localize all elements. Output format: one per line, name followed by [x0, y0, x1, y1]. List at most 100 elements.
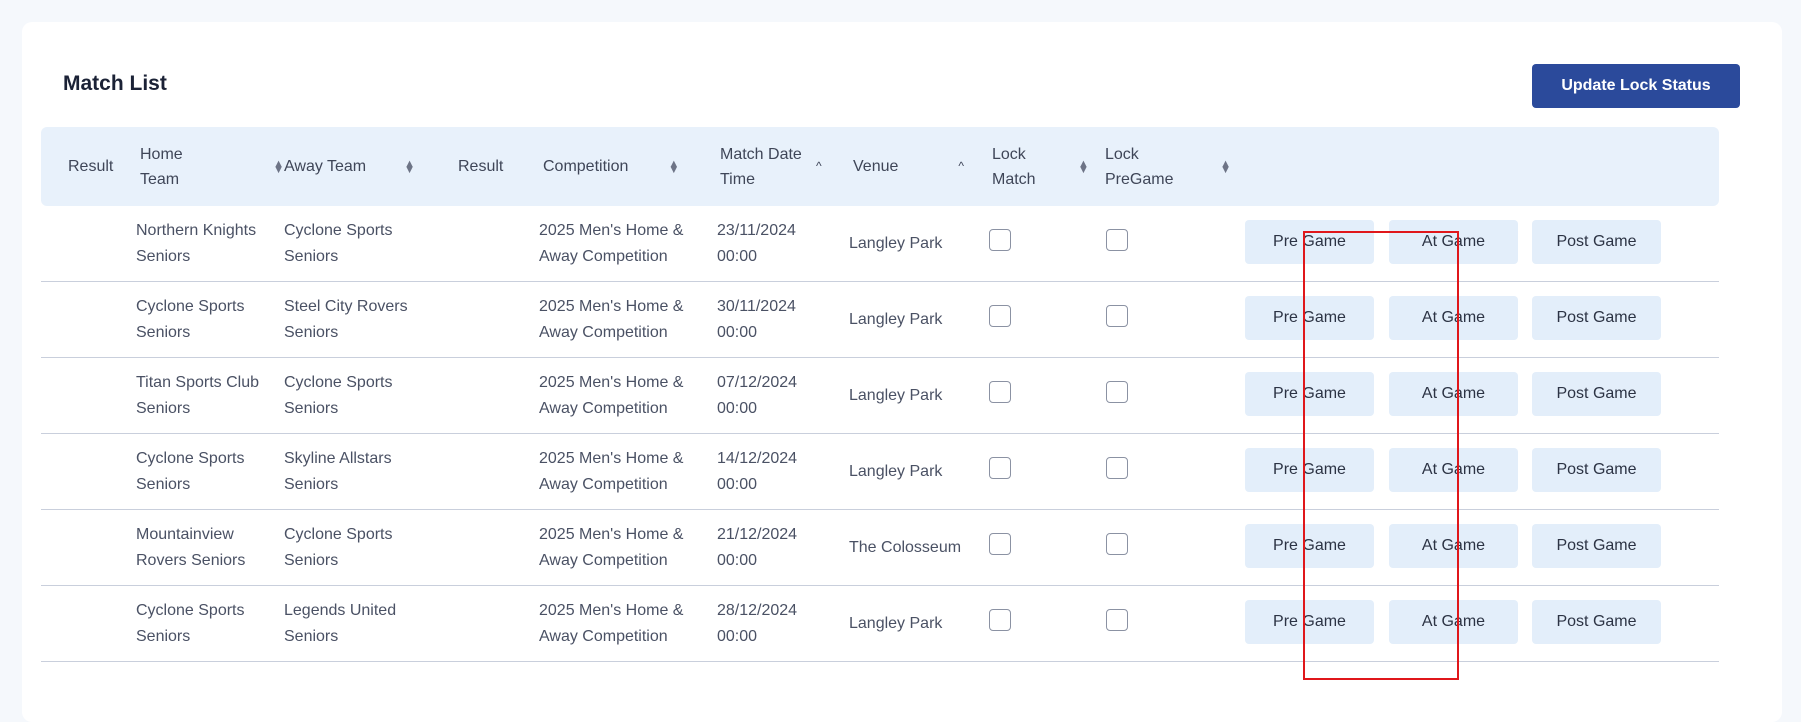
- cell-match-date-time: 07/12/2024 00:00: [708, 357, 847, 434]
- cell-result-1: [41, 433, 126, 510]
- post-game-button[interactable]: Post Game: [1532, 599, 1661, 644]
- cell-lock-pregame: [1091, 281, 1231, 358]
- checkbox-unchecked-icon[interactable]: [989, 305, 1011, 328]
- checkbox-unchecked-icon[interactable]: [1106, 381, 1128, 404]
- cell-lock-match: [978, 206, 1091, 282]
- cell-competition: 2025 Men's Home & Away Competition: [532, 585, 708, 662]
- post-game-button[interactable]: Post Game: [1532, 523, 1661, 568]
- cell-lock-pregame: [1091, 433, 1231, 510]
- header-venue[interactable]: Venue ^: [847, 127, 978, 206]
- update-lock-status-button[interactable]: Update Lock Status: [1532, 64, 1740, 108]
- post-game-button[interactable]: Post Game: [1532, 219, 1661, 264]
- sort-updown-icon[interactable]: ▲ ▼: [668, 158, 679, 175]
- cell-post-game: Post Game: [1516, 357, 1719, 434]
- checkbox-unchecked-icon[interactable]: [1106, 533, 1128, 556]
- pre-game-button[interactable]: Pre Game: [1245, 371, 1374, 416]
- cell-at-game: At Game: [1373, 281, 1518, 358]
- cell-result-2: [444, 509, 532, 586]
- table-row: Cyclone Sports Seniors Steel City Rovers…: [41, 281, 1719, 358]
- cell-away-team: Cyclone Sports Seniors: [284, 509, 444, 586]
- table-header-row: Result Home Team ▲ ▼ Away Team ▲ ▼ Result …: [41, 127, 1719, 206]
- at-game-button[interactable]: At Game: [1389, 523, 1518, 568]
- cell-pre-game: Pre Game: [1231, 509, 1374, 586]
- cell-post-game: Post Game: [1516, 585, 1719, 662]
- header-lock-match[interactable]: Lock Match ▲ ▼: [978, 127, 1091, 206]
- sort-updown-icon[interactable]: ▲ ▼: [1078, 158, 1089, 175]
- pre-game-button[interactable]: Pre Game: [1245, 523, 1374, 568]
- pre-game-button[interactable]: Pre Game: [1245, 599, 1374, 644]
- cell-home-team: Northern Knights Seniors: [126, 206, 284, 282]
- cell-venue: Langley Park: [847, 433, 978, 510]
- pre-game-button[interactable]: Pre Game: [1245, 447, 1374, 492]
- page-title: Match List: [63, 72, 167, 95]
- checkbox-unchecked-icon[interactable]: [989, 533, 1011, 556]
- cell-away-team: Skyline Allstars Seniors: [284, 433, 444, 510]
- cell-venue: Langley Park: [847, 357, 978, 434]
- cell-result-2: [444, 206, 532, 282]
- checkbox-unchecked-icon[interactable]: [1106, 457, 1128, 480]
- match-table: Result Home Team ▲ ▼ Away Team ▲ ▼ Result …: [41, 127, 1719, 662]
- table-row: Cyclone Sports Seniors Legends United Se…: [41, 585, 1719, 662]
- cell-lock-match: [978, 509, 1091, 586]
- cell-away-team: Cyclone Sports Seniors: [284, 357, 444, 434]
- cell-home-team: Cyclone Sports Seniors: [126, 433, 284, 510]
- cell-at-game: At Game: [1373, 585, 1518, 662]
- header-result-2: Result: [458, 158, 504, 175]
- cell-post-game: Post Game: [1516, 281, 1719, 358]
- header-match-date-time[interactable]: Match Date Time ^: [708, 127, 847, 206]
- checkbox-unchecked-icon[interactable]: [989, 381, 1011, 404]
- checkbox-unchecked-icon[interactable]: [1106, 229, 1128, 252]
- cell-pre-game: Pre Game: [1231, 433, 1374, 510]
- cell-pre-game: Pre Game: [1231, 357, 1374, 434]
- cell-at-game: At Game: [1373, 433, 1518, 510]
- pre-game-button[interactable]: Pre Game: [1245, 219, 1374, 264]
- cell-at-game: At Game: [1373, 357, 1518, 434]
- sort-asc-icon[interactable]: ^: [958, 154, 964, 179]
- cell-away-team: Legends United Seniors: [284, 585, 444, 662]
- checkbox-unchecked-icon[interactable]: [989, 609, 1011, 632]
- cell-home-team: Cyclone Sports Seniors: [126, 281, 284, 358]
- sort-updown-icon[interactable]: ▲ ▼: [404, 158, 415, 175]
- cell-competition: 2025 Men's Home & Away Competition: [532, 433, 708, 510]
- post-game-button[interactable]: Post Game: [1532, 447, 1661, 492]
- checkbox-unchecked-icon[interactable]: [989, 457, 1011, 480]
- cell-home-team: Mountainview Rovers Seniors: [126, 509, 284, 586]
- at-game-button[interactable]: At Game: [1389, 219, 1518, 264]
- header-home-team[interactable]: Home Team ▲ ▼: [126, 127, 284, 206]
- header-actions-pre: [1231, 127, 1373, 206]
- post-game-button[interactable]: Post Game: [1532, 295, 1661, 340]
- at-game-button[interactable]: At Game: [1389, 447, 1518, 492]
- cell-lock-pregame: [1091, 206, 1231, 282]
- cell-home-team: Titan Sports Club Seniors: [126, 357, 284, 434]
- post-game-button[interactable]: Post Game: [1532, 371, 1661, 416]
- header-away-team[interactable]: Away Team ▲ ▼: [284, 127, 444, 206]
- cell-lock-match: [978, 281, 1091, 358]
- sort-updown-icon[interactable]: ▲ ▼: [1220, 158, 1231, 175]
- cell-result-1: [41, 281, 126, 358]
- header-lock-pregame[interactable]: Lock PreGame ▲ ▼: [1091, 127, 1231, 206]
- cell-post-game: Post Game: [1516, 206, 1719, 282]
- cell-lock-pregame: [1091, 509, 1231, 586]
- cell-result-2: [444, 433, 532, 510]
- at-game-button[interactable]: At Game: [1389, 295, 1518, 340]
- checkbox-unchecked-icon[interactable]: [1106, 609, 1128, 632]
- cell-venue: Langley Park: [847, 206, 978, 282]
- header-actions-at: [1373, 127, 1516, 206]
- cell-lock-match: [978, 585, 1091, 662]
- cell-post-game: Post Game: [1516, 433, 1719, 510]
- cell-result-1: [41, 206, 126, 282]
- checkbox-unchecked-icon[interactable]: [989, 229, 1011, 252]
- cell-venue: Langley Park: [847, 281, 978, 358]
- pre-game-button[interactable]: Pre Game: [1245, 295, 1374, 340]
- at-game-button[interactable]: At Game: [1389, 599, 1518, 644]
- sort-asc-icon[interactable]: ^: [816, 154, 822, 179]
- header-competition[interactable]: Competition ▲ ▼: [532, 127, 708, 206]
- checkbox-unchecked-icon[interactable]: [1106, 305, 1128, 328]
- at-game-button[interactable]: At Game: [1389, 371, 1518, 416]
- cell-result-1: [41, 357, 126, 434]
- sort-updown-icon[interactable]: ▲ ▼: [273, 158, 284, 175]
- table-row: Mountainview Rovers Seniors Cyclone Spor…: [41, 509, 1719, 586]
- table-row: Northern Knights Seniors Cyclone Sports …: [41, 206, 1719, 282]
- cell-pre-game: Pre Game: [1231, 206, 1374, 282]
- header-actions-post: [1516, 127, 1719, 206]
